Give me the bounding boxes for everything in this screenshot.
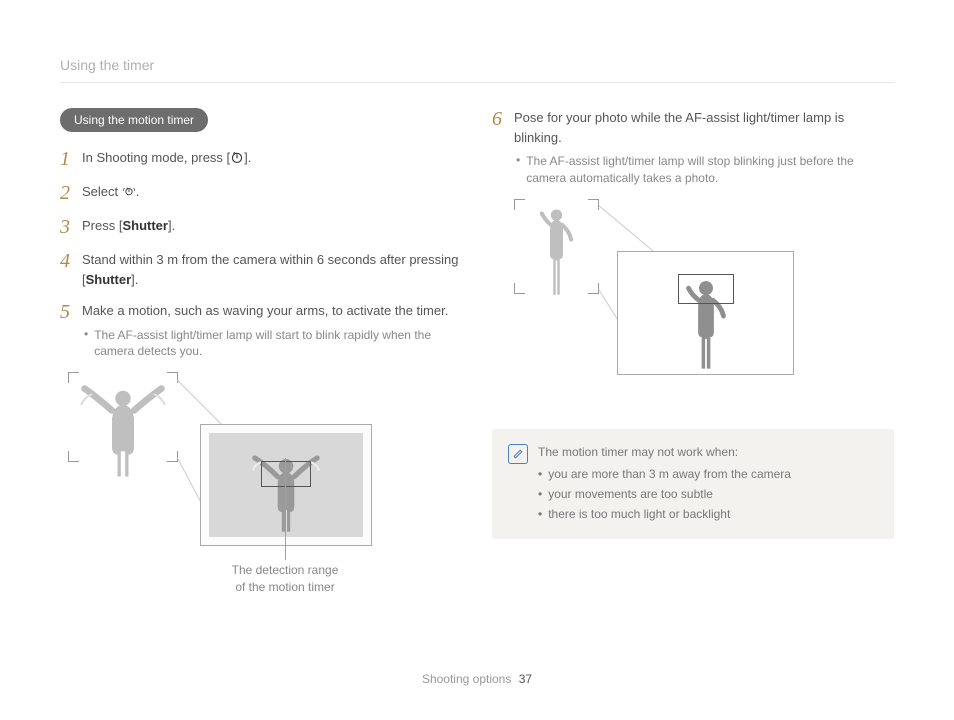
motion-timer-icon xyxy=(122,184,136,198)
note-item: you are more than 3 m away from the came… xyxy=(538,465,791,483)
timer-icon xyxy=(230,150,244,164)
right-column: 6 Pose for your photo while the AF-assis… xyxy=(492,108,894,602)
step-5-bullet: The AF-assist light/timer lamp will star… xyxy=(84,327,462,361)
step-3-text: Press [Shutter]. xyxy=(82,216,462,236)
illustration-pose xyxy=(492,199,894,389)
step-2-text: Select . xyxy=(82,182,462,202)
section-pill: Using the motion timer xyxy=(60,108,208,132)
left-column: Using the motion timer 1 In Shooting mod… xyxy=(60,108,462,602)
person-posing-icon xyxy=(524,195,589,310)
note-item: there is too much light or backlight xyxy=(538,505,791,523)
step-number: 4 xyxy=(60,250,82,272)
step-number: 2 xyxy=(60,182,82,204)
step-6-text: Pose for your photo while the AF-assist … xyxy=(514,108,894,187)
step-6-bullet: The AF-assist light/timer lamp will stop… xyxy=(516,153,894,187)
note-item: your movements are too subtle xyxy=(538,485,791,503)
step-5-text: Make a motion, such as waving your arms,… xyxy=(82,301,462,360)
step-number: 1 xyxy=(60,148,82,170)
step-1-text: In Shooting mode, press []. xyxy=(82,148,462,168)
illustration-caption: The detection range of the motion timer xyxy=(220,562,350,596)
note-box: The motion timer may not work when: you … xyxy=(492,429,894,539)
step-4-text: Stand within 3 m from the camera within … xyxy=(82,250,462,289)
note-lead: The motion timer may not work when: xyxy=(538,443,791,461)
step-number: 3 xyxy=(60,216,82,238)
page-header: Using the timer xyxy=(60,55,894,83)
page-footer: Shooting options 37 xyxy=(0,670,954,688)
note-icon xyxy=(508,444,528,464)
person-waving-icon xyxy=(68,372,178,482)
step-number: 5 xyxy=(60,301,82,323)
step-number: 6 xyxy=(492,108,514,130)
illustration-motion-range: The detection range of the motion timer xyxy=(60,372,462,602)
